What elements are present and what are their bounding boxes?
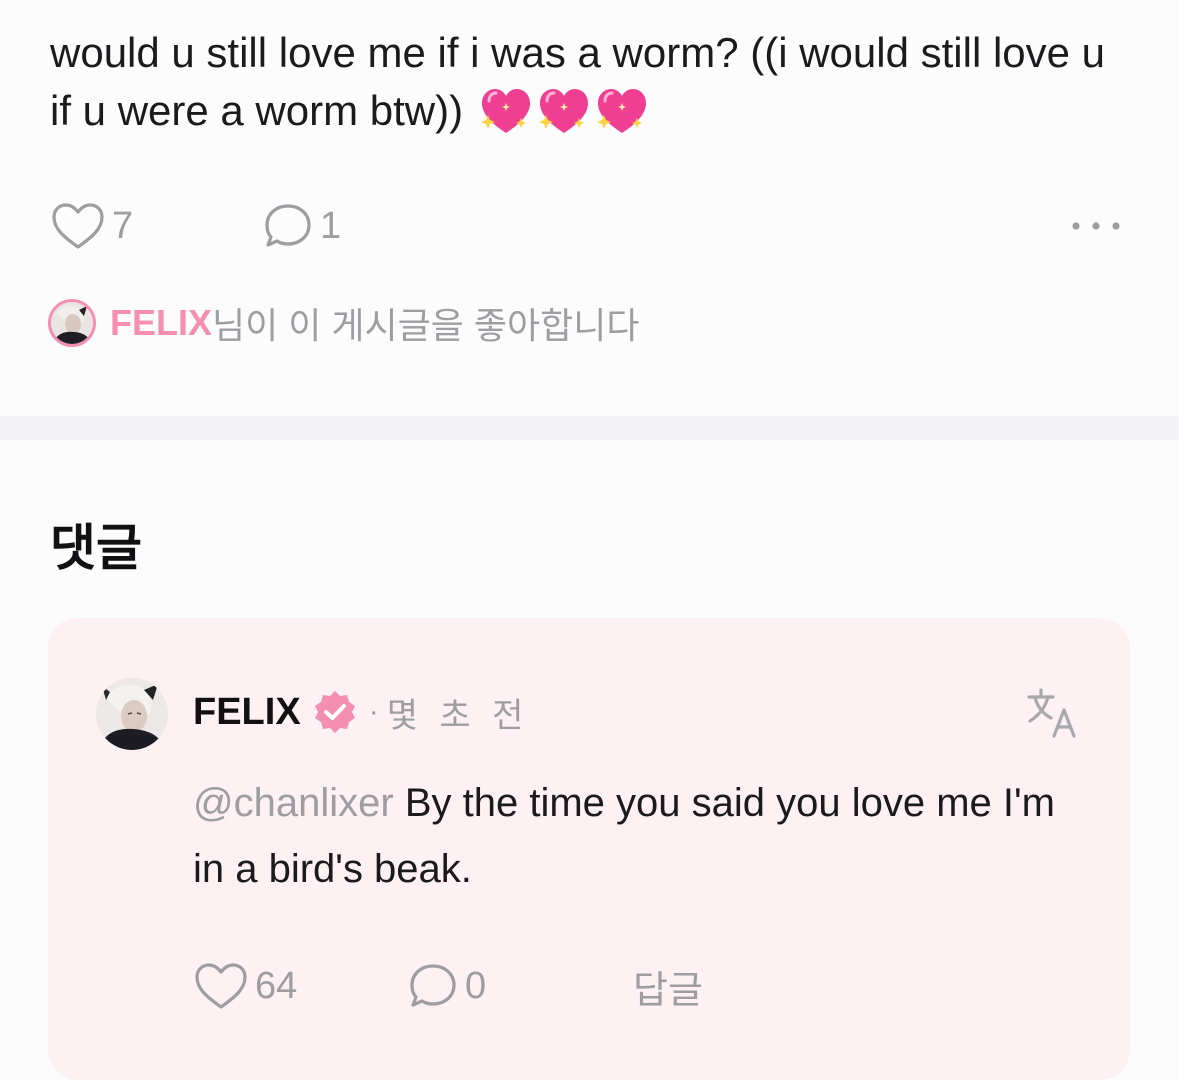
more-dots-icon [1072, 222, 1120, 230]
liked-by-text: 님이 이 게시글을 좋아합니다 [212, 305, 640, 346]
comment-button[interactable]: 1 [262, 198, 341, 254]
comment-card: FELIX · 몇 초 전 @chanlixer By the time you… [48, 618, 1130, 1080]
comment-author[interactable]: FELIX [193, 691, 301, 734]
comment-like-button[interactable]: 64 [193, 956, 297, 1016]
speech-bubble-icon [265, 204, 311, 247]
verified-badge-icon [314, 691, 355, 733]
profile-photo-icon [51, 302, 93, 344]
comment-actions: 64 0 답글 [193, 956, 1073, 1016]
separator-dot: · [368, 695, 379, 728]
comment-header: FELIX · 몇 초 전 [193, 684, 529, 740]
translate-button[interactable] [1026, 686, 1080, 740]
comment-reply-count: 0 [465, 964, 487, 1007]
section-divider [0, 416, 1179, 440]
liked-by: FELIX 님이 이 게시글을 좋아합니다 [48, 296, 639, 350]
sparkling-heart-icon [596, 89, 646, 133]
post: would u still love me if i was a worm? (… [0, 0, 1179, 416]
liked-by-name[interactable]: FELIX [110, 302, 212, 344]
post-text: would u still love me if i was a worm? (… [50, 24, 1130, 140]
comment-count: 1 [320, 204, 342, 247]
comment-like-count: 64 [255, 964, 298, 1007]
avatar[interactable] [48, 299, 96, 347]
reply-button[interactable]: 답글 [633, 956, 703, 1016]
more-options-button[interactable] [1070, 198, 1122, 254]
speech-bubble-icon [410, 964, 456, 1007]
comment-reply-count-button[interactable]: 0 [407, 956, 486, 1016]
heart-outline-icon [195, 963, 247, 1009]
profile-photo-icon [96, 678, 168, 750]
post-actions: 7 1 [50, 198, 1130, 254]
comment-time: 몇 초 전 [386, 696, 530, 735]
comment-body: @chanlixer By the time you said you love… [193, 770, 1083, 902]
like-button[interactable]: 7 [50, 198, 133, 254]
comment-mention[interactable]: @chanlixer [193, 781, 394, 825]
sparkling-heart-icon [538, 89, 588, 133]
translate-icon [1027, 688, 1076, 738]
comments-title: 댓글 [50, 520, 142, 576]
sparkling-heart-icon [480, 89, 530, 133]
heart-outline-icon [52, 203, 104, 249]
avatar[interactable] [96, 678, 168, 750]
like-count: 7 [112, 204, 134, 247]
